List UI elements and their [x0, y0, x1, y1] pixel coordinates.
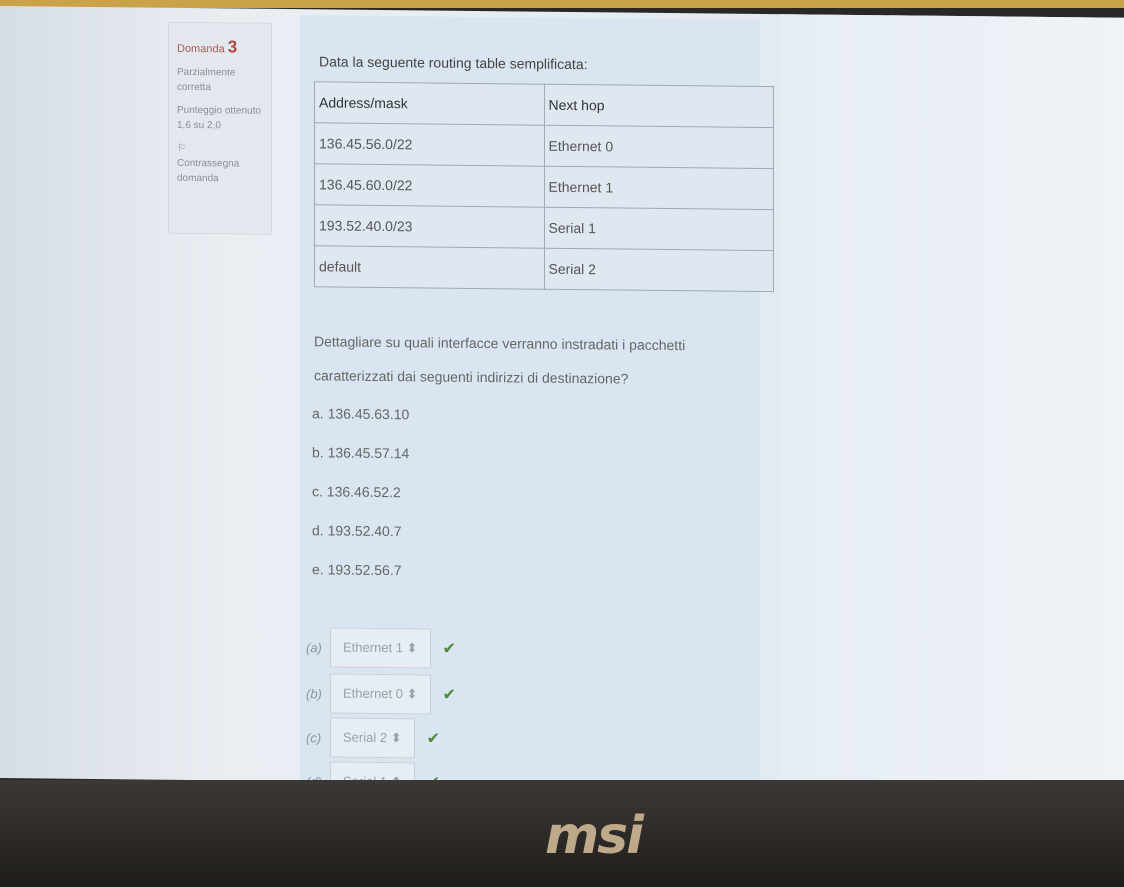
- cell: 136.45.56.0/22: [314, 122, 544, 167]
- option-d: d. 193.52.40.7: [312, 522, 402, 540]
- routing-table: Address/mask Next hop 136.45.56.0/22 Ether…: [314, 81, 774, 293]
- cell: Serial 1: [544, 207, 774, 251]
- answer-row-c: (c) Serial 2 ⬍ ✔: [306, 717, 440, 759]
- flag-question[interactable]: ⚐ Contrassegna domanda: [177, 141, 263, 187]
- question-content: Data la seguente routing table semplific…: [300, 15, 774, 803]
- answer-row-a: (a) Ethernet 1 ⬍ ✔: [306, 627, 456, 669]
- question-number: Domanda 3: [177, 37, 263, 58]
- check-icon: ✔: [426, 730, 440, 748]
- cell: Ethernet 0: [544, 125, 774, 169]
- cell: 136.45.60.0/22: [314, 163, 544, 208]
- answer-row-b: (b) Ethernet 0 ⬍ ✔: [306, 673, 456, 715]
- flag-label[interactable]: Contrassegna domanda: [177, 158, 239, 184]
- option-b: b. 136.45.57.14: [312, 444, 410, 462]
- table-row: 193.52.40.0/23 Serial 1: [314, 204, 774, 251]
- answer-select-b[interactable]: Ethernet 0 ⬍: [330, 673, 431, 715]
- answer-select-a[interactable]: Ethernet 1 ⬍: [330, 627, 431, 669]
- table-row: default Serial 2: [314, 245, 774, 292]
- table-row: 136.45.60.0/22 Ethernet 1: [314, 163, 774, 210]
- option-c: c. 136.46.52.2: [312, 483, 401, 501]
- check-icon: ✔: [442, 640, 456, 658]
- cell: Ethernet 1: [544, 166, 774, 210]
- answer-label: (b): [306, 685, 322, 701]
- question-label: Domanda: [177, 42, 225, 56]
- question-info: Domanda 3 Parzialmente corretta Punteggi…: [168, 21, 272, 235]
- cell: Serial 2: [544, 248, 774, 292]
- question-number-value: 3: [227, 37, 238, 57]
- flag-icon[interactable]: ⚐: [177, 143, 186, 154]
- cell: 193.52.40.0/23: [314, 204, 544, 249]
- screen: Domanda 3 Parzialmente corretta Punteggi…: [0, 6, 1124, 818]
- answer-select-c[interactable]: Serial 2 ⬍: [330, 717, 415, 759]
- answer-label: (c): [306, 729, 322, 745]
- header-next-hop: Next hop: [544, 84, 774, 128]
- option-a: a. 136.45.63.10: [312, 405, 410, 423]
- header-address: Address/mask: [314, 81, 544, 126]
- question-grade: Punteggio ottenuto 1,6 su 2,0: [177, 104, 261, 132]
- table-row: 136.45.56.0/22 Ethernet 0: [314, 122, 774, 169]
- prompt-line-2: caratterizzati dai seguenti indirizzi di…: [314, 367, 629, 387]
- question-intro: Data la seguente routing table semplific…: [319, 53, 588, 73]
- option-e: e. 193.52.56.7: [312, 561, 402, 579]
- question-state: Parzialmente corretta: [177, 66, 236, 94]
- right-pane: [780, 14, 1124, 818]
- prompt-line-1: Dettagliare su quali interfacce verranno…: [314, 333, 686, 354]
- msi-logo: msi: [545, 806, 644, 866]
- check-icon: ✔: [442, 686, 456, 704]
- cell: default: [314, 245, 544, 290]
- answer-label: (a): [306, 639, 322, 655]
